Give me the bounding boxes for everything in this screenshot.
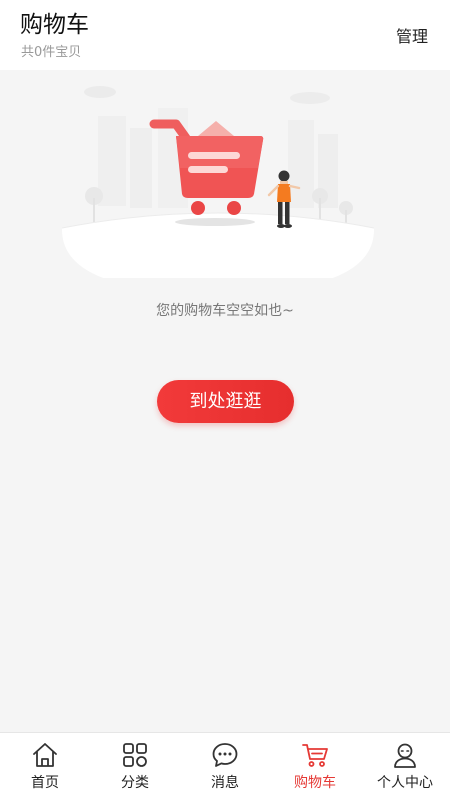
category-icon xyxy=(123,743,147,767)
empty-cart-illustration xyxy=(61,86,375,278)
tab-cart[interactable]: 购物车 xyxy=(270,733,360,800)
tab-home-label: 首页 xyxy=(31,775,59,791)
home-icon xyxy=(33,743,57,767)
tab-messages-label: 消息 xyxy=(211,775,239,791)
tab-profile-label: 个人中心 xyxy=(377,775,433,791)
cart-icon xyxy=(302,744,328,767)
manage-button[interactable]: 管理 xyxy=(396,26,428,48)
header: 购物车 共0件宝贝 管理 xyxy=(0,0,450,70)
browse-button[interactable]: 到处逛逛 xyxy=(157,380,294,423)
message-icon xyxy=(212,743,238,767)
tab-messages[interactable]: 消息 xyxy=(180,733,270,800)
tab-home[interactable]: 首页 xyxy=(0,733,90,800)
profile-icon xyxy=(394,743,416,768)
tab-category-label: 分类 xyxy=(121,775,149,791)
empty-cart-message: 您的购物车空空如也~ xyxy=(156,303,294,319)
page-title: 购物车 xyxy=(20,12,89,38)
item-count: 共0件宝贝 xyxy=(21,45,82,60)
tab-category[interactable]: 分类 xyxy=(90,733,180,800)
tab-cart-label: 购物车 xyxy=(294,775,336,791)
bottom-tab-bar: 首页 分类 消息 购物车 个人中心 xyxy=(0,732,450,800)
tab-profile[interactable]: 个人中心 xyxy=(360,733,450,800)
cart-content: 您的购物车空空如也~ 到处逛逛 xyxy=(0,70,450,732)
